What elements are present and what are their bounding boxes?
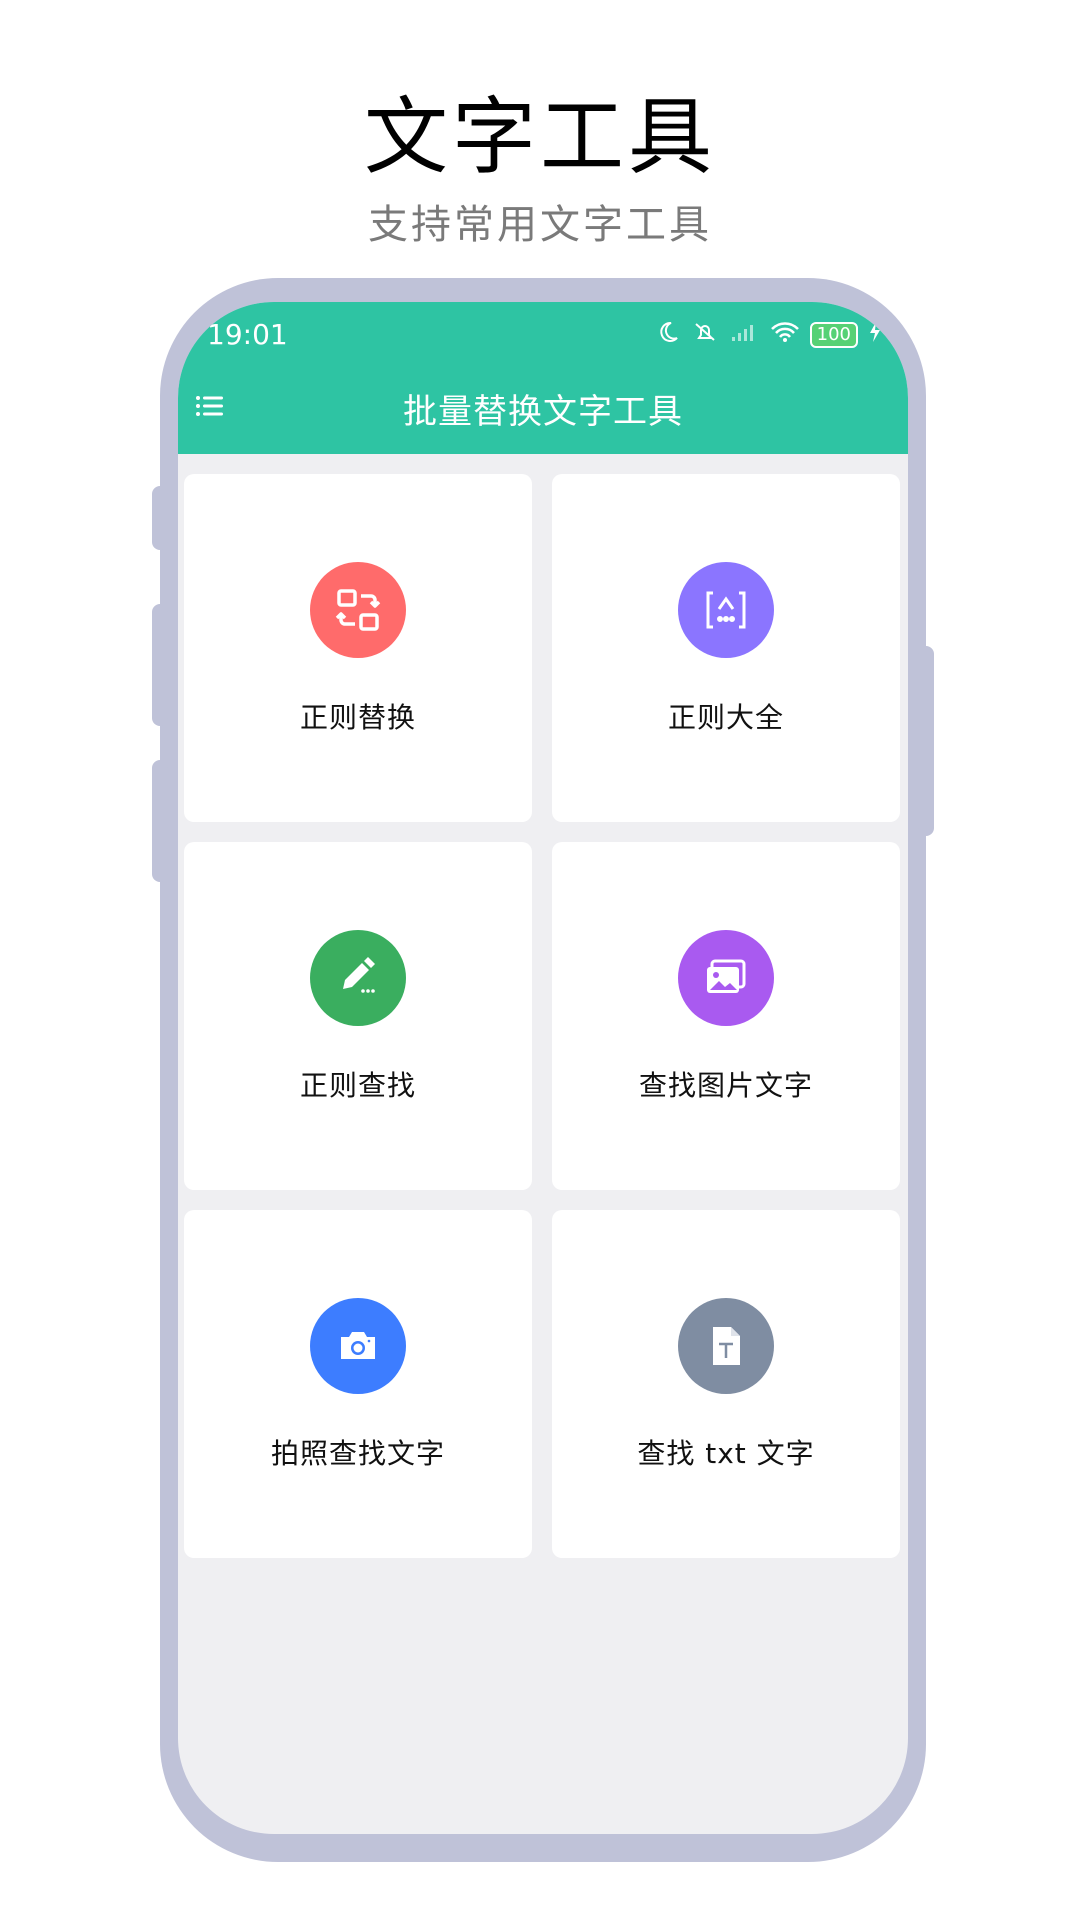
- card-label: 查找 txt 文字: [637, 1437, 815, 1470]
- card-label: 查找图片文字: [638, 1069, 813, 1102]
- regex-icon: [678, 562, 774, 658]
- card-regex-library[interactable]: 正则大全: [552, 474, 900, 822]
- moon-icon: [656, 320, 680, 350]
- image-icon: [678, 930, 774, 1026]
- card-label: 正则替换: [299, 701, 416, 734]
- card-label: 正则查找: [299, 1069, 416, 1102]
- wifi-icon: [770, 321, 800, 349]
- camera-icon: [310, 1298, 406, 1394]
- tool-grid: 正则替换 正则大全 正则查找 查找图片文字 拍照查找文字 查找 txt 文字: [184, 474, 900, 1558]
- phone-power-button: [918, 646, 934, 836]
- phone-volume-mid-button: [152, 604, 168, 726]
- text-file-icon: [678, 1298, 774, 1394]
- promo-subtitle: 支持常用文字工具: [368, 202, 712, 248]
- status-time: 19:01: [207, 318, 288, 351]
- charging-icon: [868, 321, 882, 349]
- card-regex-replace[interactable]: 正则替换: [184, 474, 532, 822]
- battery-icon: 100: [809, 322, 858, 348]
- card-label: 正则大全: [667, 701, 784, 734]
- phone-volume-down-button: [152, 760, 168, 882]
- mute-icon: [690, 320, 720, 350]
- phone-screen: 19:01 100 批量替换文字工具 正则替换 正则大全 正则查找 查找图片文字…: [178, 302, 908, 1834]
- swap-icon: [310, 562, 406, 658]
- card-image-text-find[interactable]: 查找图片文字: [552, 842, 900, 1190]
- promo-title: 文字工具: [363, 88, 716, 186]
- status-icons: 100: [656, 320, 882, 350]
- card-photo-text-find[interactable]: 拍照查找文字: [184, 1210, 532, 1558]
- card-label: 拍照查找文字: [270, 1437, 445, 1470]
- app-header: 19:01 100 批量替换文字工具: [178, 302, 908, 454]
- edit-icon: [310, 930, 406, 1026]
- signal-icon: [730, 321, 760, 349]
- card-regex-find[interactable]: 正则查找: [184, 842, 532, 1190]
- app-title: 批量替换文字工具: [403, 392, 683, 432]
- phone-volume-up-button: [152, 486, 168, 550]
- card-txt-text-find[interactable]: 查找 txt 文字: [552, 1210, 900, 1558]
